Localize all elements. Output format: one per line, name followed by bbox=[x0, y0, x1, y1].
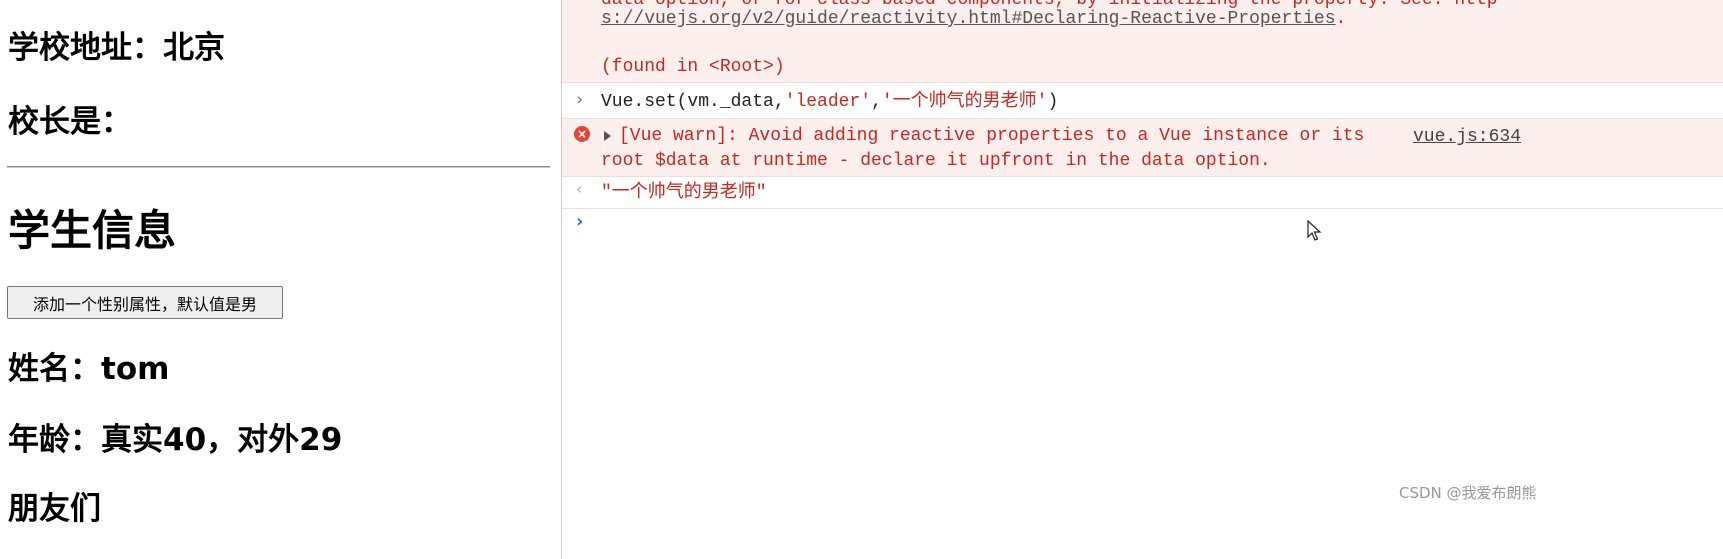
principal-label: 校长是： bbox=[8, 104, 132, 140]
code-arg: '一个帅气的男老师' bbox=[881, 92, 1048, 112]
code-comma: , bbox=[871, 92, 882, 112]
page-view: 学校地址：北京 校长是： 学生信息 添加一个性别属性，默认值是男 姓名：tom … bbox=[0, 0, 561, 559]
watermark: CSDN @我爱布朗熊 bbox=[1399, 484, 1537, 502]
school-address: 学校地址：北京 bbox=[8, 30, 225, 66]
console-warning-prev: data option, or for class-based componen… bbox=[562, 0, 1723, 83]
found-in: (found in <Root>) bbox=[601, 57, 785, 77]
code-prefix: Vue.set(vm._data, bbox=[601, 92, 785, 112]
add-sex-button[interactable]: 添加一个性别属性，默认值是男 bbox=[7, 286, 283, 319]
console-input-entry: › Vue.set(vm._data,'leader','一个帅气的男老师') bbox=[562, 83, 1723, 119]
result-value: "一个帅气的男老师" bbox=[601, 183, 767, 203]
devtools-console: data option, or for class-based componen… bbox=[562, 0, 1723, 559]
prompt-chevron-icon: › bbox=[576, 211, 584, 232]
expand-triangle-icon[interactable] bbox=[604, 131, 611, 141]
warning-text: data option, or for class-based componen… bbox=[601, 0, 1498, 10]
mouse-cursor-icon bbox=[1307, 220, 1322, 241]
console-warning: × [Vue warn]: Avoid adding reactive prop… bbox=[562, 119, 1723, 177]
friends-heading: 朋友们 bbox=[8, 491, 101, 527]
warning-line2: root $data at runtime - declare it upfro… bbox=[601, 151, 1271, 171]
student-heading: 学生信息 bbox=[8, 206, 177, 255]
console-result: ‹ "一个帅气的男老师" bbox=[562, 177, 1723, 209]
code-arg: 'leader' bbox=[784, 92, 872, 112]
student-name: 姓名：tom bbox=[8, 351, 170, 387]
period: . bbox=[1335, 9, 1347, 29]
source-link[interactable]: vue.js:634 bbox=[1413, 128, 1521, 146]
error-icon: × bbox=[574, 126, 590, 142]
result-arrow-icon: ‹ bbox=[576, 180, 582, 198]
student-age: 年龄：真实40，对外29 bbox=[8, 422, 343, 458]
code-suffix: ) bbox=[1047, 92, 1059, 112]
console-prompt[interactable]: › bbox=[562, 209, 1723, 249]
divider-line bbox=[7, 166, 550, 168]
warning-line1: [Vue warn]: Avoid adding reactive proper… bbox=[619, 126, 1365, 146]
docs-link[interactable]: s://vuejs.org/v2/guide/reactivity.html#D… bbox=[601, 9, 1336, 29]
input-chevron-icon: › bbox=[576, 89, 584, 110]
docs-link-line: s://vuejs.org/v2/guide/reactivity.html#D… bbox=[601, 10, 1346, 28]
input-code: Vue.set(vm._data,'leader','一个帅气的男老师') bbox=[601, 93, 1058, 111]
